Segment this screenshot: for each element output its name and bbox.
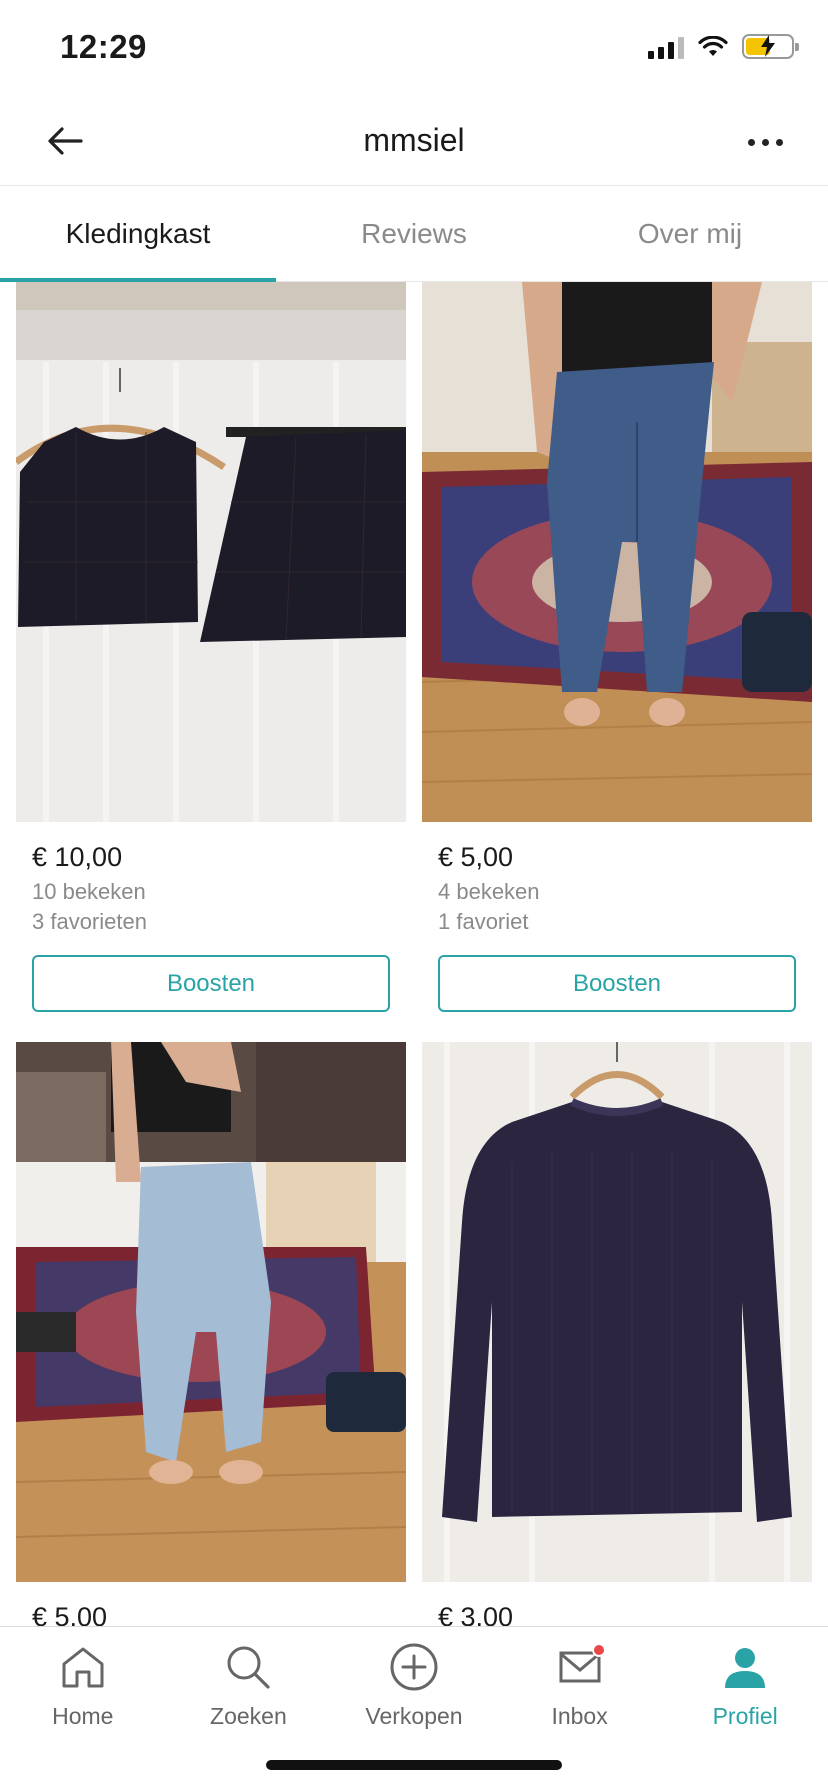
notification-badge	[591, 1643, 606, 1657]
item-views: 4 bekeken	[438, 879, 540, 904]
nav-inbox[interactable]: Inbox	[497, 1627, 663, 1737]
search-icon	[222, 1641, 274, 1693]
more-options-button[interactable]	[740, 122, 790, 162]
nav-sell[interactable]: Verkopen	[331, 1627, 497, 1737]
boost-button[interactable]: Boosten	[438, 955, 796, 1012]
plus-circle-icon	[388, 1641, 440, 1693]
nav-label: Home	[52, 1703, 114, 1729]
boost-button[interactable]: Boosten	[32, 955, 390, 1012]
item-views: 10 bekeken	[32, 879, 146, 904]
tab-reviews[interactable]: Reviews	[276, 186, 552, 281]
item-price: € 5,00	[32, 1602, 108, 1626]
item-photo[interactable]	[422, 282, 812, 822]
status-time: 12:29	[60, 28, 147, 65]
nav-label: Verkopen	[365, 1703, 463, 1729]
item-card[interactable]: € 3,00	[422, 1042, 812, 1626]
mail-icon	[554, 1641, 606, 1693]
dot	[775, 138, 783, 146]
page-title: mmsiel	[363, 122, 465, 158]
home-icon	[57, 1641, 109, 1693]
item-favorites: 3 favorieten	[32, 909, 147, 934]
item-price: € 5,00	[438, 842, 514, 872]
item-photo[interactable]	[422, 1042, 812, 1582]
wardrobe-grid: € 10,00 10 bekeken 3 favorieten Boosten	[0, 282, 828, 1626]
item-price: € 3,00	[438, 1602, 514, 1626]
battery-icon	[742, 34, 799, 59]
item-price: € 10,00	[32, 842, 123, 872]
item-card[interactable]: € 5,00	[16, 1042, 406, 1626]
tab-kledingkast[interactable]: Kledingkast	[0, 186, 276, 282]
bottom-nav: Home Zoeken Verkopen Inbox Profiel	[0, 1626, 828, 1792]
profile-tabs: Kledingkast Reviews Over mij	[0, 186, 828, 282]
cellular-signal-icon	[648, 35, 684, 59]
nav-label: Profiel	[712, 1703, 778, 1729]
status-icons	[648, 34, 799, 59]
item-card[interactable]: € 10,00 10 bekeken 3 favorieten Boosten	[16, 282, 406, 1012]
item-favorites: 1 favoriet	[438, 909, 529, 934]
item-photo[interactable]	[16, 1042, 406, 1582]
nav-search[interactable]: Zoeken	[166, 1627, 332, 1737]
item-photo[interactable]	[16, 282, 406, 822]
profile-icon	[719, 1641, 771, 1693]
tab-over-mij[interactable]: Over mij	[552, 186, 828, 281]
wifi-icon	[698, 35, 728, 56]
dot	[747, 138, 755, 146]
nav-profile[interactable]: Profiel	[662, 1627, 828, 1737]
nav-label: Zoeken	[210, 1703, 287, 1729]
item-card[interactable]: € 5,00 4 bekeken 1 favoriet Boosten	[422, 282, 812, 1012]
status-bar: 12:29	[0, 0, 828, 100]
nav-label: Inbox	[551, 1703, 608, 1729]
dot	[761, 138, 769, 146]
home-indicator[interactable]	[266, 1760, 562, 1770]
nav-home[interactable]: Home	[0, 1627, 166, 1737]
top-nav: mmsiel	[0, 100, 828, 186]
